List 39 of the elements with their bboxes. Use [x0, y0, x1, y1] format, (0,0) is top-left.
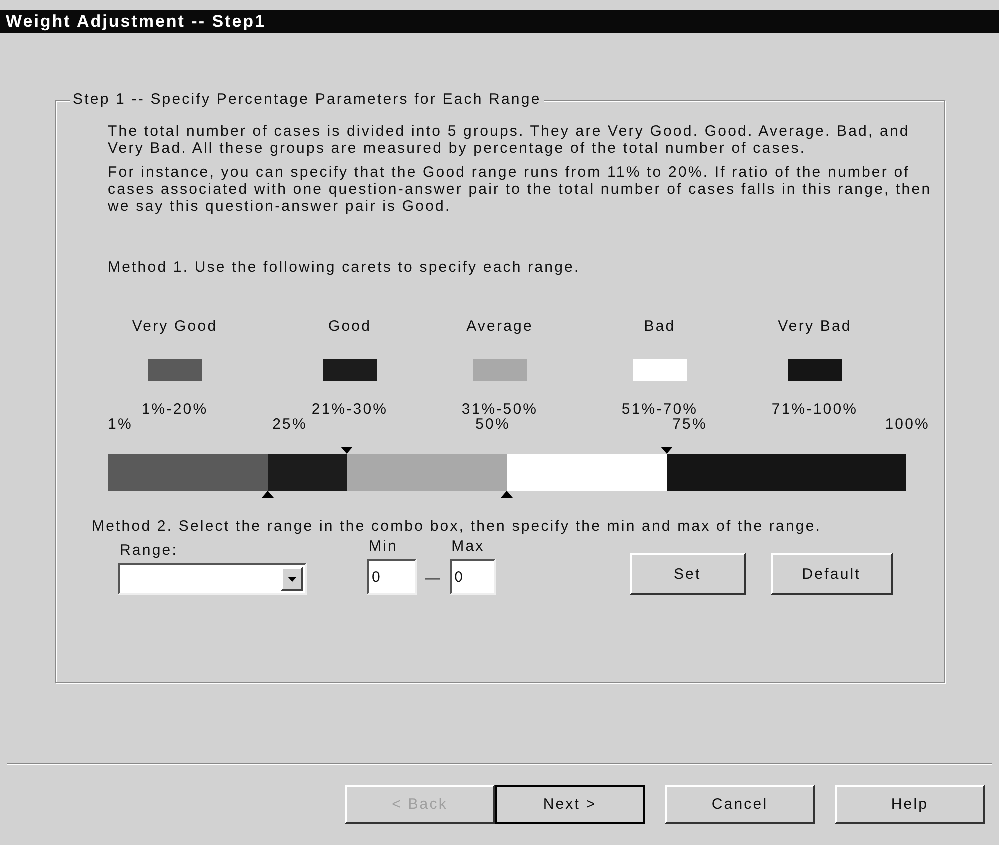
min-label: Min	[369, 538, 399, 555]
scale-label: 1%	[108, 416, 134, 433]
range-name: Very Good	[132, 318, 218, 335]
range-value: 31%-50%	[462, 401, 538, 418]
range-value: 1%-20%	[142, 401, 208, 418]
range-value: 51%-70%	[622, 401, 698, 418]
down-caret-icon[interactable]	[660, 447, 673, 454]
dialog-button[interactable]: Help	[835, 785, 985, 824]
description-paragraph: The total number of cases is divided into 5 groups. They are Very Good. Good. Average. Bad, and Very Bad. All these groups are measured by percentage of the total number of cases.	[108, 123, 911, 157]
down-caret-icon[interactable]	[341, 447, 354, 454]
dialog-button[interactable]: Cancel	[665, 785, 815, 824]
method-one-label: Method 1. Use the following carets to specify each range.	[108, 259, 582, 276]
scale-label: 75%	[672, 416, 708, 433]
max-input[interactable]: 0	[450, 559, 496, 595]
method-two-label: Method 2. Select the range in the combo box, then specify the min and max of the range.	[92, 518, 823, 535]
range-label: Range:	[120, 542, 179, 559]
window-title: Weight Adjustment -- Step1	[6, 13, 266, 30]
dialog-button[interactable]: Next >	[495, 785, 645, 824]
up-caret-icon[interactable]	[501, 491, 513, 498]
description-paragraph: For instance, you can specify that the Good range runs from 11% to 20%. If ratio of the number of cases associated with one question-answer pair to the total number of cases falls in this range, then we say this question-answer pair is Good.	[108, 164, 933, 215]
scale-label: 100%	[884, 416, 930, 433]
dropdown-button[interactable]	[281, 567, 303, 591]
range-combo-box[interactable]	[118, 563, 307, 595]
range-value: 21%-30%	[312, 401, 388, 418]
up-caret-icon[interactable]	[262, 491, 274, 498]
group-title: Step 1 -- Specify Percentage Parameters for Each Range	[70, 91, 544, 109]
max-label: Max	[452, 538, 486, 555]
range-name: Very Bad	[778, 318, 852, 335]
scale-label: 25%	[272, 416, 308, 433]
min-input[interactable]: 0	[367, 559, 417, 595]
dialog-button[interactable]: Default	[770, 553, 893, 595]
range-name: Bad	[644, 318, 676, 335]
range-name: Good	[328, 318, 372, 335]
caret-icon	[288, 576, 296, 582]
range-name: Average	[466, 318, 534, 335]
dash-separator: —	[425, 570, 442, 587]
dialog-button[interactable]: Set	[630, 553, 746, 595]
range-value: 71%-100%	[772, 401, 858, 418]
scale-label: 50%	[474, 416, 512, 433]
